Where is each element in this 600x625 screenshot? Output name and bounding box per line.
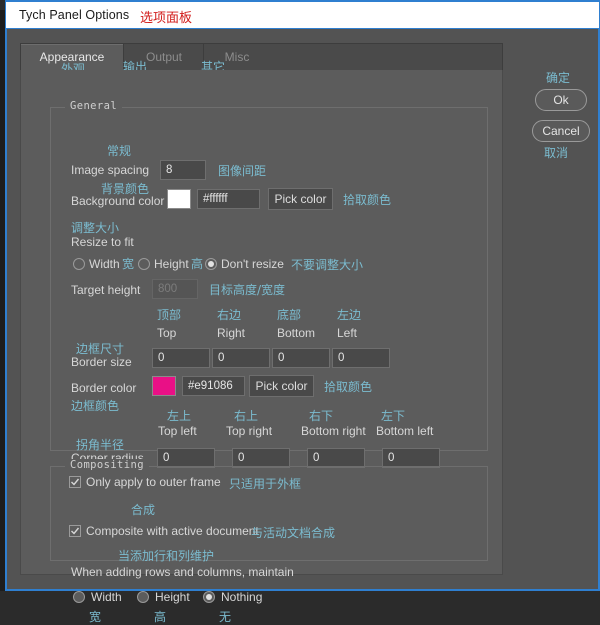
border-pick-color-button[interactable]: Pick color: [249, 375, 314, 397]
appearance-panel: General 常规 Image spacing 8 图像间距 背景颜色 Bac…: [20, 70, 503, 575]
background-color-hex-input[interactable]: #ffffff: [197, 189, 260, 209]
maintain-radio-width-label: Width: [91, 590, 122, 604]
background-pick-color-annotation-cn: 拾取颜色: [343, 191, 391, 208]
border-bottom-label: Bottom: [277, 326, 315, 340]
target-height-annotation-cn: 目标高度/宽度: [209, 281, 285, 298]
maintain-radio-height-label: Height: [155, 590, 190, 604]
border-right-annotation-cn: 右边: [217, 306, 241, 323]
border-size-bottom-input[interactable]: 0: [272, 348, 330, 368]
resize-radio-height-label: Height: [154, 257, 189, 271]
border-size-top-input[interactable]: 0: [152, 348, 210, 368]
maintain-radio-nothing-label: Nothing: [221, 590, 262, 604]
corner-bottom-left-annotation-cn: 左下: [381, 407, 405, 424]
border-color-label: Border color: [71, 381, 136, 395]
border-color-annotation-cn: 边框颜色: [71, 397, 119, 414]
border-size-right-input[interactable]: 0: [212, 348, 270, 368]
background-pick-color-button[interactable]: Pick color: [268, 188, 333, 210]
image-spacing-annotation-cn: 图像间距: [218, 162, 266, 179]
border-pick-color-annotation-cn: 拾取颜色: [324, 378, 372, 395]
border-color-swatch[interactable]: [152, 376, 176, 396]
corner-top-right-label: Top right: [226, 424, 272, 438]
corner-top-right-annotation-cn: 右上: [234, 407, 258, 424]
border-top-label: Top: [157, 326, 176, 340]
maintain-radio-width[interactable]: [73, 591, 85, 603]
resize-radio-height-annotation-cn: 高: [191, 255, 203, 272]
border-right-label: Right: [217, 326, 245, 340]
corner-bottom-left-label: Bottom left: [376, 424, 433, 438]
composite-with-active-document-checkbox[interactable]: [69, 525, 81, 537]
ok-button-annotation-cn: 确定: [546, 69, 570, 86]
corner-bottom-right-annotation-cn: 右下: [309, 407, 333, 424]
resize-radio-dont-resize-annotation-cn: 不要调整大小: [291, 256, 363, 273]
compositing-group-legend-annotation-cn: 合成: [131, 501, 155, 518]
maintain-annotation-cn: 当添加行和列维护: [118, 547, 214, 564]
resize-radio-width-label: Width: [89, 257, 120, 271]
maintain-radio-width-annotation-cn: 宽: [89, 608, 101, 625]
maintain-radio-nothing-annotation-cn: 无: [219, 608, 231, 625]
options-dialog-window: Tych Panel Options 选项面板 Appearance Outpu…: [0, 0, 600, 591]
border-bottom-annotation-cn: 底部: [277, 306, 301, 323]
corner-radius-bottom-left-input[interactable]: 0: [382, 448, 440, 468]
dialog-body: Appearance Output Misc 外观 输出 其它 General …: [5, 29, 600, 591]
composite-with-active-document-label: Composite with active document: [86, 524, 259, 538]
target-height-input[interactable]: 800: [152, 279, 198, 299]
resize-to-fit-label: Resize to fit: [71, 235, 134, 249]
window-title: Tych Panel Options: [19, 8, 129, 22]
maintain-label: When adding rows and columns, maintain: [71, 565, 294, 579]
border-color-hex-input[interactable]: #e91086: [182, 376, 245, 396]
window-title-annotation-cn: 选项面板: [140, 7, 192, 26]
resize-radio-width-annotation-cn: 宽: [122, 255, 134, 272]
compositing-group: Compositing: [50, 466, 488, 561]
corner-top-left-annotation-cn: 左上: [167, 407, 191, 424]
title-bar: Tych Panel Options 选项面板: [5, 0, 600, 29]
general-group-legend: General: [65, 100, 122, 112]
resize-radio-height[interactable]: [138, 258, 150, 270]
resize-radio-width[interactable]: [73, 258, 85, 270]
corner-bottom-right-label: Bottom right: [301, 424, 366, 438]
corner-radius-top-right-input[interactable]: 0: [232, 448, 290, 468]
resize-to-fit-annotation-cn: 调整大小: [71, 219, 119, 236]
resize-radio-dont-resize[interactable]: [205, 258, 217, 270]
corner-top-left-label: Top left: [158, 424, 197, 438]
image-spacing-label: Image spacing: [71, 163, 149, 177]
composite-with-active-document-annotation-cn: 与活动文档合成: [251, 524, 335, 541]
corner-radius-top-left-input[interactable]: 0: [157, 448, 215, 468]
background-color-swatch[interactable]: [167, 189, 191, 209]
general-group-legend-annotation-cn: 常规: [107, 142, 131, 159]
image-spacing-input[interactable]: 8: [160, 160, 206, 180]
border-size-label: Border size: [71, 355, 132, 369]
background-color-label: Background color: [71, 194, 164, 208]
cancel-button[interactable]: Cancel: [532, 120, 590, 142]
cancel-button-annotation-cn: 取消: [544, 144, 568, 161]
maintain-radio-height-annotation-cn: 高: [154, 608, 166, 625]
border-left-label: Left: [337, 326, 357, 340]
compositing-group-legend: Compositing: [65, 459, 149, 471]
tab-bar: Appearance Output Misc: [20, 43, 503, 71]
resize-radio-dont-resize-label: Don't resize: [221, 257, 284, 271]
border-left-annotation-cn: 左边: [337, 306, 361, 323]
border-size-left-input[interactable]: 0: [332, 348, 390, 368]
ok-button[interactable]: Ok: [535, 89, 587, 111]
target-height-label: Target height: [71, 283, 140, 297]
corner-radius-bottom-right-input[interactable]: 0: [307, 448, 365, 468]
border-top-annotation-cn: 顶部: [157, 306, 181, 323]
maintain-radio-height[interactable]: [137, 591, 149, 603]
maintain-radio-nothing[interactable]: [203, 591, 215, 603]
